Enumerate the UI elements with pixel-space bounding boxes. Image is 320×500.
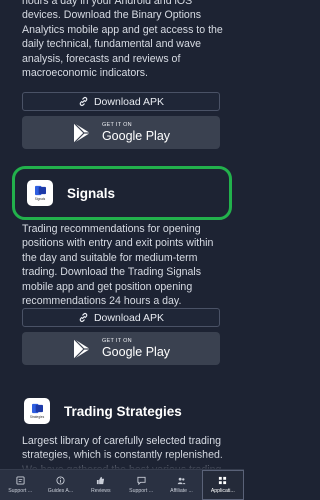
strategies-icon-label: Strategies (29, 415, 45, 419)
strategies-logo-icon (31, 403, 43, 414)
signals-logo-icon (34, 185, 46, 196)
google-play-big-text: Google Play (101, 129, 171, 143)
signals-download-apk-button[interactable]: Download APK (22, 308, 220, 327)
nav-item-label: Applicati... (210, 488, 235, 494)
signals-app-icon: Signals (27, 180, 53, 206)
signals-google-play-button[interactable]: GET IT ON Google Play (22, 332, 220, 365)
strategies-card-header[interactable]: Strategies Trading Strategies (12, 384, 232, 438)
scroll-fade (0, 455, 244, 469)
signals-description: Trading recommendations for opening posi… (22, 223, 214, 308)
like-icon (97, 476, 105, 485)
info-icon (56, 476, 65, 485)
page-viewport: hours a day in your Android and iOS devi… (0, 0, 244, 500)
affiliate-icon (177, 477, 186, 485)
link-icon (79, 312, 88, 323)
strategies-app-icon: Strategies (24, 398, 50, 424)
signals-card-header[interactable]: Signals Signals (12, 166, 232, 220)
signals-download-apk-label: Download APK (93, 311, 165, 324)
google-play-icon (73, 338, 90, 359)
nav-item-label: Support ... (129, 488, 154, 494)
download-apk-button[interactable]: Download APK (22, 92, 220, 111)
nav-item-affiliate[interactable]: Affiliate ... (161, 470, 201, 500)
nav-item-support-2[interactable]: Support ... (121, 470, 161, 500)
strategies-title: Trading Strategies (64, 403, 182, 419)
google-play-small-text: GET IT ON (101, 121, 132, 128)
google-play-big-text: Google Play (101, 345, 171, 359)
nav-item-reviews[interactable]: Reviews (81, 470, 121, 500)
google-play-small-text: GET IT ON (101, 337, 132, 344)
chat-icon (137, 476, 146, 485)
support-icon (16, 476, 25, 485)
nav-item-label: Guides A... (47, 488, 74, 494)
apps-icon (219, 476, 227, 485)
intro-paragraph: hours a day in your Android and iOS devi… (22, 0, 223, 80)
signals-icon-label: Signals (34, 197, 46, 201)
google-play-button[interactable]: GET IT ON Google Play (22, 116, 220, 149)
nav-item-support-1[interactable]: Support ... (0, 470, 40, 500)
nav-item-label: Reviews (91, 488, 111, 494)
nav-item-guides[interactable]: Guides A... (40, 470, 80, 500)
nav-item-label: Affiliate ... (170, 488, 193, 494)
download-apk-label: Download APK (93, 95, 165, 108)
nav-item-label: Support ... (8, 488, 33, 494)
bottom-navigation: Support ... Guides A... Reviews Support … (0, 469, 244, 500)
link-icon (79, 96, 88, 107)
signals-title: Signals (67, 185, 116, 201)
nav-item-applications[interactable]: Applicati... (201, 470, 244, 500)
google-play-icon (73, 122, 90, 143)
